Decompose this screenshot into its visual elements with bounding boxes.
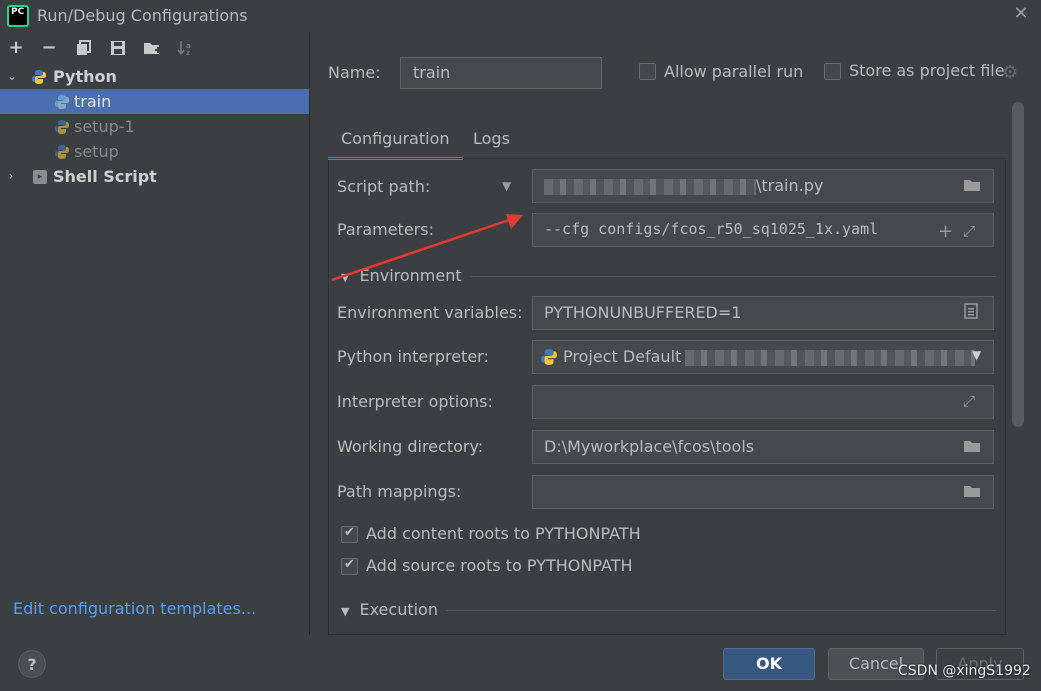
pycharm-logo-icon: PC [7,5,29,27]
tree-item-label: train [74,92,112,111]
source-roots-checkbox[interactable] [341,557,358,575]
execution-label: Execution [359,600,438,619]
python-icon [55,120,69,134]
copy-icon[interactable] [73,36,95,60]
folder-icon[interactable] [963,439,981,457]
expand-icon[interactable]: ⤢ [963,222,975,240]
name-input[interactable]: train [400,57,602,89]
add-icon[interactable]: + [5,36,27,60]
vertical-scrollbar[interactable] [1012,102,1024,427]
dropdown-arrow-icon[interactable]: ▼ [972,348,981,362]
edit-templates-link[interactable]: Edit configuration templates... [13,599,256,618]
section-divider [470,276,996,277]
allow-parallel-label[interactable]: Allow parallel run [664,62,803,81]
store-project-label[interactable]: Store as project file [849,61,1005,80]
source-roots-label[interactable]: Add source roots to PYTHONPATH [366,556,633,575]
name-label: Name: [328,63,381,82]
tab-logs[interactable]: Logs [460,120,523,160]
tree-group-shell-label: Shell Script [53,167,157,186]
interpreter-options-label: Interpreter options: [337,392,493,411]
ok-button[interactable]: OK [723,648,815,680]
folder-icon[interactable] [963,178,981,196]
python-icon [55,95,69,109]
content-roots-checkbox[interactable] [341,525,358,543]
chevron-right-icon[interactable]: › [4,164,18,189]
edit-list-icon[interactable] [964,303,978,323]
gear-icon[interactable]: ⚙ [1002,62,1018,83]
tree-item-setup-1[interactable]: setup-1 [0,114,309,139]
execution-section[interactable]: ▼ Execution [341,600,438,619]
python-icon [32,70,46,84]
store-project-checkbox[interactable] [824,63,841,80]
path-mappings-label: Path mappings: [337,482,462,501]
tree-group-python-label: Python [53,67,117,86]
tab-configuration[interactable]: Configuration [328,120,463,160]
tree-group-shell-script[interactable]: › ▸ Shell Script [0,164,309,189]
watermark: CSDN @xingS1992 [898,663,1031,679]
svg-text:z: z [186,49,190,56]
sort-icon[interactable]: az [175,36,197,60]
annotation-arrow-icon [331,214,523,282]
expand-icon[interactable]: ⤢ [963,392,975,410]
interpreter-value: Project Default [563,347,682,366]
folder-icon[interactable] [963,484,981,502]
env-vars-input[interactable]: PYTHONUNBUFFERED=1 [532,296,994,330]
tab-divider [328,158,1006,159]
working-dir-label: Working directory: [337,437,484,456]
redacted-path [544,178,756,195]
python-icon [541,349,557,365]
interpreter-label: Python interpreter: [337,347,489,366]
tree-group-python[interactable]: ⌄ Python [0,64,309,89]
new-folder-icon[interactable] [141,36,163,60]
section-divider [446,610,996,611]
save-icon[interactable] [107,36,129,60]
remove-icon[interactable]: − [38,36,60,60]
logo-text: PC [9,7,27,25]
chevron-down-icon[interactable]: ⌄ [5,64,19,89]
script-path-value: \train.py [756,176,824,195]
tree-item-setup[interactable]: setup [0,139,309,164]
path-mappings-input[interactable] [532,475,994,509]
tree-item-train[interactable]: train [0,89,309,114]
close-icon[interactable]: ✕ [1010,3,1032,25]
parameters-input[interactable]: --cfg configs/fcos_r50_sq1025_1x.yaml [532,213,994,247]
help-button[interactable]: ? [18,650,46,678]
plus-icon[interactable]: + [938,221,953,242]
interpreter-options-input[interactable] [532,385,994,419]
terminal-icon: ▸ [33,170,47,184]
script-path-input[interactable]: \train.py [532,169,994,203]
chevron-down-icon: ▼ [341,605,350,618]
env-vars-label: Environment variables: [337,303,523,322]
dropdown-arrow-icon[interactable]: ▼ [502,179,511,193]
tree-item-label: setup-1 [74,117,135,136]
window-title: Run/Debug Configurations [37,6,248,25]
script-path-label: Script path: [337,177,431,196]
working-dir-input[interactable]: D:\Myworkplace\fcos\tools [532,430,994,464]
tree-item-label: setup [74,142,119,161]
sidebar-toolbar: + − az [0,36,310,62]
redacted-interpreter [685,349,976,366]
interpreter-select[interactable]: Project Default [532,340,994,374]
content-roots-label[interactable]: Add content roots to PYTHONPATH [366,524,641,543]
allow-parallel-checkbox[interactable] [639,63,656,80]
python-icon [55,145,69,159]
